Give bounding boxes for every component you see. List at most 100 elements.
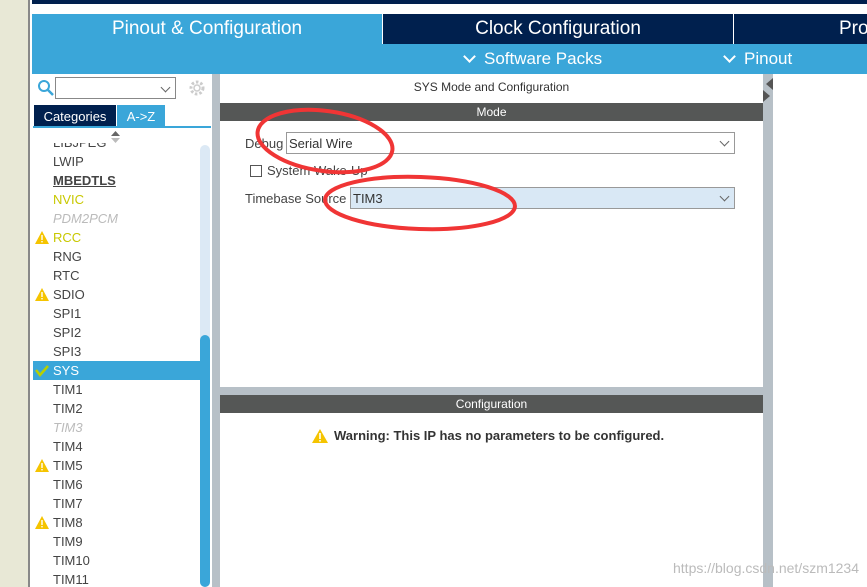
warning-icon (35, 231, 49, 244)
list-item-label: TIM4 (53, 439, 83, 454)
warning-icon (35, 288, 49, 301)
warning-icon (35, 516, 49, 529)
chevron-down-icon (719, 136, 730, 147)
list-item-label: SDIO (53, 287, 85, 302)
scrollbar-thumb[interactable] (200, 335, 210, 587)
wakeup-checkbox[interactable] (250, 165, 262, 177)
chevron-down-icon (160, 82, 171, 93)
tab-label: Clock Configuration (475, 18, 641, 39)
list-item[interactable]: TIM7 (33, 494, 200, 513)
tab-label: Categories (43, 108, 107, 124)
list-item-label: TIM8 (53, 515, 83, 530)
debug-select[interactable]: Serial Wire (286, 132, 735, 154)
list-item[interactable]: TIM8 (33, 513, 200, 532)
collapse-arrows-icon[interactable] (763, 74, 773, 104)
tab-clock-configuration[interactable]: Clock Configuration (383, 14, 733, 44)
list-item-label: LIBJPEG (53, 143, 106, 150)
search-input[interactable] (55, 77, 176, 99)
list-item[interactable]: RNG (33, 247, 200, 266)
list-item[interactable]: RCC (33, 228, 200, 247)
list-item[interactable]: TIM1 (33, 380, 200, 399)
watermark: https://blog.csdn.net/szm1234 (673, 560, 859, 576)
debug-label: Debug (245, 136, 284, 151)
list-item-label: RTC (53, 268, 80, 283)
list-item-label: SPI3 (53, 344, 82, 359)
check-icon (35, 365, 49, 377)
search-icon (38, 80, 54, 96)
menu-label: Software Packs (484, 49, 603, 68)
list-item-label: SYS (53, 363, 80, 378)
ip-list: LIBJPEG LWIP MBEDTLS NVIC PDM2PCM RCC RNG RTC SD… (33, 143, 200, 587)
configuration-header: Configuration (220, 395, 763, 413)
menu-label: Pinout (744, 49, 793, 68)
list-item[interactable]: SPI2 (33, 323, 200, 342)
pinout-menu[interactable]: Pinout (723, 44, 793, 74)
list-item-label: TIM6 (53, 477, 83, 492)
panel-divider[interactable] (212, 74, 220, 587)
list-item-label: NVIC (53, 192, 85, 207)
list-item[interactable]: SDIO (33, 285, 200, 304)
list-item[interactable]: SYS (33, 361, 200, 380)
list-item[interactable]: LIBJPEG (33, 143, 200, 152)
section-divider (220, 387, 763, 395)
list-item-label: TIM2 (53, 401, 83, 416)
list-item-label: TIM1 (53, 382, 83, 397)
warning-text: Warning: This IP has no parameters to be… (334, 428, 665, 443)
list-item[interactable]: TIM5 (33, 456, 200, 475)
list-item[interactable]: TIM4 (33, 437, 200, 456)
software-packs-menu[interactable]: Software Packs (463, 44, 603, 74)
warning-icon (312, 428, 328, 443)
tab-project[interactable]: Pro (734, 14, 867, 44)
scroll-up-icon[interactable] (111, 131, 120, 143)
list-item-label: SPI1 (53, 306, 82, 321)
list-item-label: TIM5 (53, 458, 83, 473)
mode-header: Mode (220, 103, 763, 121)
list-item[interactable]: RTC (33, 266, 200, 285)
chevron-down-icon (723, 50, 736, 63)
list-item-label: SPI2 (53, 325, 82, 340)
desktop-background (0, 0, 30, 587)
wakeup-label: System Wake-Up (267, 163, 368, 178)
list-item[interactable]: TIM2 (33, 399, 200, 418)
tab-label: Pinout & Configuration (111, 18, 303, 39)
list-item[interactable]: TIM10 (33, 551, 200, 570)
title-strip (32, 0, 867, 4)
list-item-label: TIM9 (53, 534, 83, 549)
list-item[interactable]: SPI3 (33, 342, 200, 361)
tab-pinout-configuration[interactable]: Pinout & Configuration (32, 14, 382, 44)
list-item-label: TIM3 (53, 420, 83, 435)
list-item[interactable]: TIM6 (33, 475, 200, 494)
list-item[interactable]: SPI1 (33, 304, 200, 323)
list-item-label: RNG (53, 249, 82, 264)
list-item-label: LWIP (53, 154, 84, 169)
list-item[interactable]: TIM11 (33, 570, 200, 587)
no-parameters-warning: Warning: This IP has no parameters to be… (312, 428, 664, 443)
tab-underline (33, 126, 211, 128)
list-item[interactable]: NVIC (33, 190, 200, 209)
tab-categories[interactable]: Categories (34, 105, 116, 127)
timebase-select[interactable]: TIM3 (350, 187, 735, 209)
gear-icon[interactable] (188, 79, 206, 97)
select-value: Serial Wire (289, 135, 353, 151)
select-value: TIM3 (353, 190, 383, 206)
chevron-down-icon (463, 50, 476, 63)
tab-label: Pro (839, 18, 867, 39)
panel-splitter[interactable] (763, 74, 773, 587)
warning-icon (35, 459, 49, 472)
list-item[interactable]: MBEDTLS (33, 171, 200, 190)
list-item[interactable]: TIM3 (33, 418, 200, 437)
list-item[interactable]: TIM9 (33, 532, 200, 551)
list-item[interactable]: LWIP (33, 152, 200, 171)
tab-label: A->Z (126, 108, 156, 124)
list-item-label: PDM2PCM (53, 211, 119, 226)
list-item-label: TIM7 (53, 496, 83, 511)
timebase-label: Timebase Source (245, 191, 347, 206)
list-item-label: MBEDTLS (53, 173, 116, 188)
chevron-down-icon (719, 191, 730, 202)
list-item-label: TIM11 (53, 572, 89, 587)
list-item[interactable]: PDM2PCM (33, 209, 200, 228)
panel-title: SYS Mode and Configuration (413, 80, 570, 94)
tab-a-z[interactable]: A->Z (117, 105, 165, 127)
list-item-label: RCC (53, 230, 82, 245)
list-item-label: TIM10 (53, 553, 90, 568)
